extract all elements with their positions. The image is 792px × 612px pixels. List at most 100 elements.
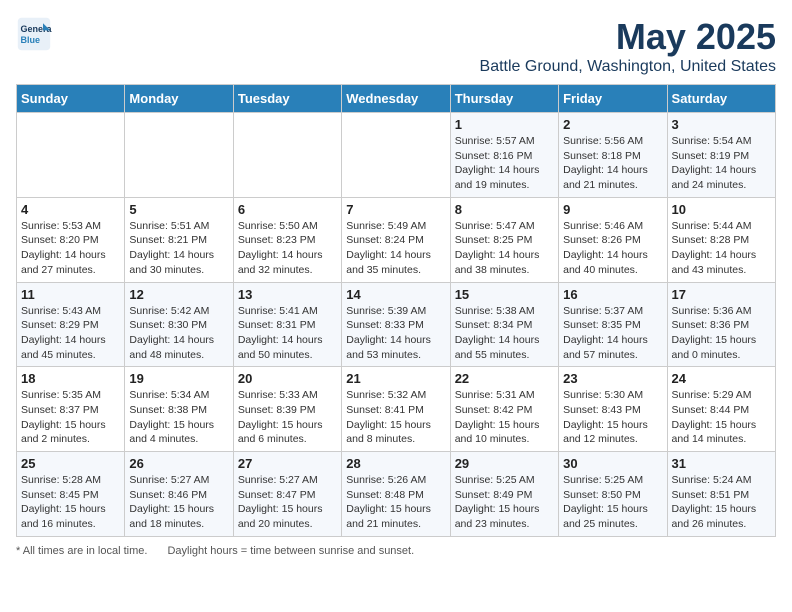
svg-text:Blue: Blue — [21, 35, 41, 45]
day-info: Sunrise: 5:31 AM Sunset: 8:42 PM Dayligh… — [455, 388, 554, 447]
day-cell: 23Sunrise: 5:30 AM Sunset: 8:43 PM Dayli… — [559, 367, 667, 452]
week-row-4: 18Sunrise: 5:35 AM Sunset: 8:37 PM Dayli… — [17, 367, 776, 452]
day-number: 6 — [238, 202, 337, 217]
day-cell: 21 Sunrise: 5:32 AM Sunset: 8:41 PM Dayli… — [342, 367, 450, 452]
col-header-wednesday: Wednesday — [342, 85, 450, 113]
day-number: 13 — [238, 287, 337, 302]
day-cell: 29 Sunrise: 5:25 AM Sunset: 8:49 PM Dayli… — [450, 452, 558, 537]
day-cell: 28Sunrise: 5:26 AM Sunset: 8:48 PM Dayli… — [342, 452, 450, 537]
day-cell: 1 Sunrise: 5:57 AM Sunset: 8:16 PM Daylig… — [450, 113, 558, 198]
day-cell: 4Sunrise: 5:53 AM Sunset: 8:20 PM Daylig… — [17, 197, 125, 282]
col-header-thursday: Thursday — [450, 85, 558, 113]
col-header-monday: Monday — [125, 85, 233, 113]
day-number: 11 — [21, 287, 120, 302]
week-row-3: 11 Sunrise: 5:43 AM Sunset: 8:29 PM Dayli… — [17, 282, 776, 367]
day-cell: 24 Sunrise: 5:29 AM Sunset: 8:44 PM Dayli… — [667, 367, 775, 452]
footer-note: * All times are in local time. Daylight … — [16, 545, 776, 557]
header: General Blue May 2025 Battle Ground, Was… — [16, 16, 776, 76]
day-cell: 19 Sunrise: 5:34 AM Sunset: 8:38 PM Dayli… — [125, 367, 233, 452]
day-cell: 20 Sunrise: 5:33 AM Sunset: 8:39 PM Dayli… — [233, 367, 341, 452]
day-number: 15 — [455, 287, 554, 302]
day-info: Sunrise: 5:54 AM Sunset: 8:19 PM Dayligh… — [672, 134, 771, 193]
day-cell: 27 Sunrise: 5:27 AM Sunset: 8:47 PM Dayli… — [233, 452, 341, 537]
day-info: Sunrise: 5:46 AM Sunset: 8:26 PM Dayligh… — [563, 219, 662, 278]
footer-note1: * All times are in local time. — [16, 545, 147, 557]
day-cell: 7 Sunrise: 5:49 AM Sunset: 8:24 PM Daylig… — [342, 197, 450, 282]
day-cell: 2Sunrise: 5:56 AM Sunset: 8:18 PM Daylig… — [559, 113, 667, 198]
day-cell: 18Sunrise: 5:35 AM Sunset: 8:37 PM Dayli… — [17, 367, 125, 452]
day-number: 21 — [346, 371, 445, 386]
day-info: Sunrise: 5:37 AM Sunset: 8:35 PM Dayligh… — [563, 304, 662, 363]
day-info: Sunrise: 5:24 AM Sunset: 8:51 PM Dayligh… — [672, 473, 771, 532]
day-info: Sunrise: 5:49 AM Sunset: 8:24 PM Dayligh… — [346, 219, 445, 278]
day-number: 1 — [455, 117, 554, 132]
day-cell: 17 Sunrise: 5:36 AM Sunset: 8:36 PM Dayli… — [667, 282, 775, 367]
col-header-friday: Friday — [559, 85, 667, 113]
day-info: Sunrise: 5:29 AM Sunset: 8:44 PM Dayligh… — [672, 388, 771, 447]
day-cell: 10 Sunrise: 5:44 AM Sunset: 8:28 PM Dayli… — [667, 197, 775, 282]
day-number: 12 — [129, 287, 228, 302]
day-cell: 9Sunrise: 5:46 AM Sunset: 8:26 PM Daylig… — [559, 197, 667, 282]
day-cell: 11 Sunrise: 5:43 AM Sunset: 8:29 PM Dayli… — [17, 282, 125, 367]
day-info: Sunrise: 5:44 AM Sunset: 8:28 PM Dayligh… — [672, 219, 771, 278]
day-number: 16 — [563, 287, 662, 302]
day-info: Sunrise: 5:35 AM Sunset: 8:37 PM Dayligh… — [21, 388, 120, 447]
day-info: Sunrise: 5:57 AM Sunset: 8:16 PM Dayligh… — [455, 134, 554, 193]
day-info: Sunrise: 5:56 AM Sunset: 8:18 PM Dayligh… — [563, 134, 662, 193]
day-number: 8 — [455, 202, 554, 217]
day-number: 19 — [129, 371, 228, 386]
day-cell: 14Sunrise: 5:39 AM Sunset: 8:33 PM Dayli… — [342, 282, 450, 367]
day-info: Sunrise: 5:26 AM Sunset: 8:48 PM Dayligh… — [346, 473, 445, 532]
day-info: Sunrise: 5:43 AM Sunset: 8:29 PM Dayligh… — [21, 304, 120, 363]
day-number: 3 — [672, 117, 771, 132]
week-row-2: 4Sunrise: 5:53 AM Sunset: 8:20 PM Daylig… — [17, 197, 776, 282]
day-cell — [342, 113, 450, 198]
day-number: 5 — [129, 202, 228, 217]
footer-note2: Daylight hours = time between sunrise an… — [167, 545, 414, 557]
header-row: SundayMondayTuesdayWednesdayThursdayFrid… — [17, 85, 776, 113]
day-number: 31 — [672, 456, 771, 471]
day-number: 22 — [455, 371, 554, 386]
title-area: May 2025 Battle Ground, Washington, Unit… — [480, 16, 776, 76]
location-title: Battle Ground, Washington, United States — [480, 58, 776, 76]
col-header-tuesday: Tuesday — [233, 85, 341, 113]
day-info: Sunrise: 5:36 AM Sunset: 8:36 PM Dayligh… — [672, 304, 771, 363]
day-number: 17 — [672, 287, 771, 302]
day-info: Sunrise: 5:32 AM Sunset: 8:41 PM Dayligh… — [346, 388, 445, 447]
day-cell: 12 Sunrise: 5:42 AM Sunset: 8:30 PM Dayli… — [125, 282, 233, 367]
day-cell: 30Sunrise: 5:25 AM Sunset: 8:50 PM Dayli… — [559, 452, 667, 537]
day-cell — [233, 113, 341, 198]
day-number: 26 — [129, 456, 228, 471]
day-number: 20 — [238, 371, 337, 386]
day-info: Sunrise: 5:50 AM Sunset: 8:23 PM Dayligh… — [238, 219, 337, 278]
week-row-1: 1 Sunrise: 5:57 AM Sunset: 8:16 PM Daylig… — [17, 113, 776, 198]
day-info: Sunrise: 5:38 AM Sunset: 8:34 PM Dayligh… — [455, 304, 554, 363]
day-number: 27 — [238, 456, 337, 471]
day-number: 24 — [672, 371, 771, 386]
day-info: Sunrise: 5:25 AM Sunset: 8:49 PM Dayligh… — [455, 473, 554, 532]
day-cell: 22 Sunrise: 5:31 AM Sunset: 8:42 PM Dayli… — [450, 367, 558, 452]
day-info: Sunrise: 5:39 AM Sunset: 8:33 PM Dayligh… — [346, 304, 445, 363]
day-info: Sunrise: 5:53 AM Sunset: 8:20 PM Dayligh… — [21, 219, 120, 278]
col-header-saturday: Saturday — [667, 85, 775, 113]
day-info: Sunrise: 5:41 AM Sunset: 8:31 PM Dayligh… — [238, 304, 337, 363]
col-header-sunday: Sunday — [17, 85, 125, 113]
day-number: 10 — [672, 202, 771, 217]
day-info: Sunrise: 5:42 AM Sunset: 8:30 PM Dayligh… — [129, 304, 228, 363]
day-number: 7 — [346, 202, 445, 217]
day-info: Sunrise: 5:34 AM Sunset: 8:38 PM Dayligh… — [129, 388, 228, 447]
day-cell: 15 Sunrise: 5:38 AM Sunset: 8:34 PM Dayli… — [450, 282, 558, 367]
day-cell: 3 Sunrise: 5:54 AM Sunset: 8:19 PM Daylig… — [667, 113, 775, 198]
day-number: 23 — [563, 371, 662, 386]
day-cell — [125, 113, 233, 198]
day-cell: 16 Sunrise: 5:37 AM Sunset: 8:35 PM Dayli… — [559, 282, 667, 367]
day-info: Sunrise: 5:27 AM Sunset: 8:47 PM Dayligh… — [238, 473, 337, 532]
day-info: Sunrise: 5:47 AM Sunset: 8:25 PM Dayligh… — [455, 219, 554, 278]
day-number: 29 — [455, 456, 554, 471]
day-info: Sunrise: 5:33 AM Sunset: 8:39 PM Dayligh… — [238, 388, 337, 447]
day-info: Sunrise: 5:25 AM Sunset: 8:50 PM Dayligh… — [563, 473, 662, 532]
day-cell: 26Sunrise: 5:27 AM Sunset: 8:46 PM Dayli… — [125, 452, 233, 537]
day-cell — [17, 113, 125, 198]
month-title: May 2025 — [480, 16, 776, 58]
day-cell: 31 Sunrise: 5:24 AM Sunset: 8:51 PM Dayli… — [667, 452, 775, 537]
